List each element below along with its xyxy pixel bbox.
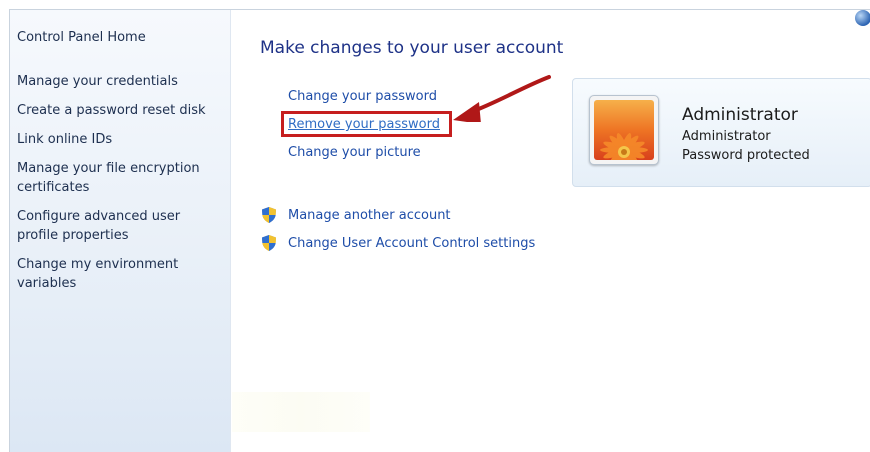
account-name: Administrator [682, 105, 798, 125]
sidebar-item-link-online-ids[interactable]: Link online IDs [17, 130, 217, 149]
sidebar-control-panel-home[interactable]: Control Panel Home [17, 28, 217, 47]
highlight-box [281, 111, 452, 137]
avatar[interactable] [589, 95, 659, 165]
background-patch [232, 392, 370, 432]
change-picture-link[interactable]: Change your picture [288, 145, 421, 160]
sidebar: Control Panel Home Manage your credentia… [10, 10, 231, 452]
main-panel: Make changes to your user account Change… [231, 10, 870, 452]
manage-another-account-label: Manage another account [288, 207, 451, 223]
manage-another-account-link[interactable]: Manage another account [260, 206, 451, 224]
sidebar-item-password-reset-disk[interactable]: Create a password reset disk [17, 101, 217, 120]
change-password-link[interactable]: Change your password [288, 89, 437, 104]
uac-shield-icon [262, 207, 276, 223]
help-icon[interactable] [855, 10, 870, 26]
uac-settings-label: Change User Account Control settings [288, 235, 536, 251]
uac-shield-icon [262, 235, 276, 251]
account-type: Administrator [682, 129, 771, 144]
uac-settings-link[interactable]: Change User Account Control settings [260, 234, 535, 252]
user-account-card: Administrator Administrator Password pro… [572, 78, 870, 187]
account-status: Password protected [682, 148, 810, 163]
sidebar-item-file-encryption[interactable]: Manage your file encryption certificates [17, 159, 212, 197]
annotation-arrow-icon [453, 75, 551, 122]
flower-picture-icon [594, 100, 654, 160]
page-title: Make changes to your user account [260, 38, 564, 58]
sidebar-item-manage-credentials[interactable]: Manage your credentials [17, 72, 217, 91]
sidebar-item-advanced-profile[interactable]: Configure advanced user profile properti… [17, 207, 197, 245]
control-panel-window: Control Panel Home Manage your credentia… [9, 9, 870, 452]
sidebar-item-environment-variables[interactable]: Change my environment variables [17, 255, 197, 293]
